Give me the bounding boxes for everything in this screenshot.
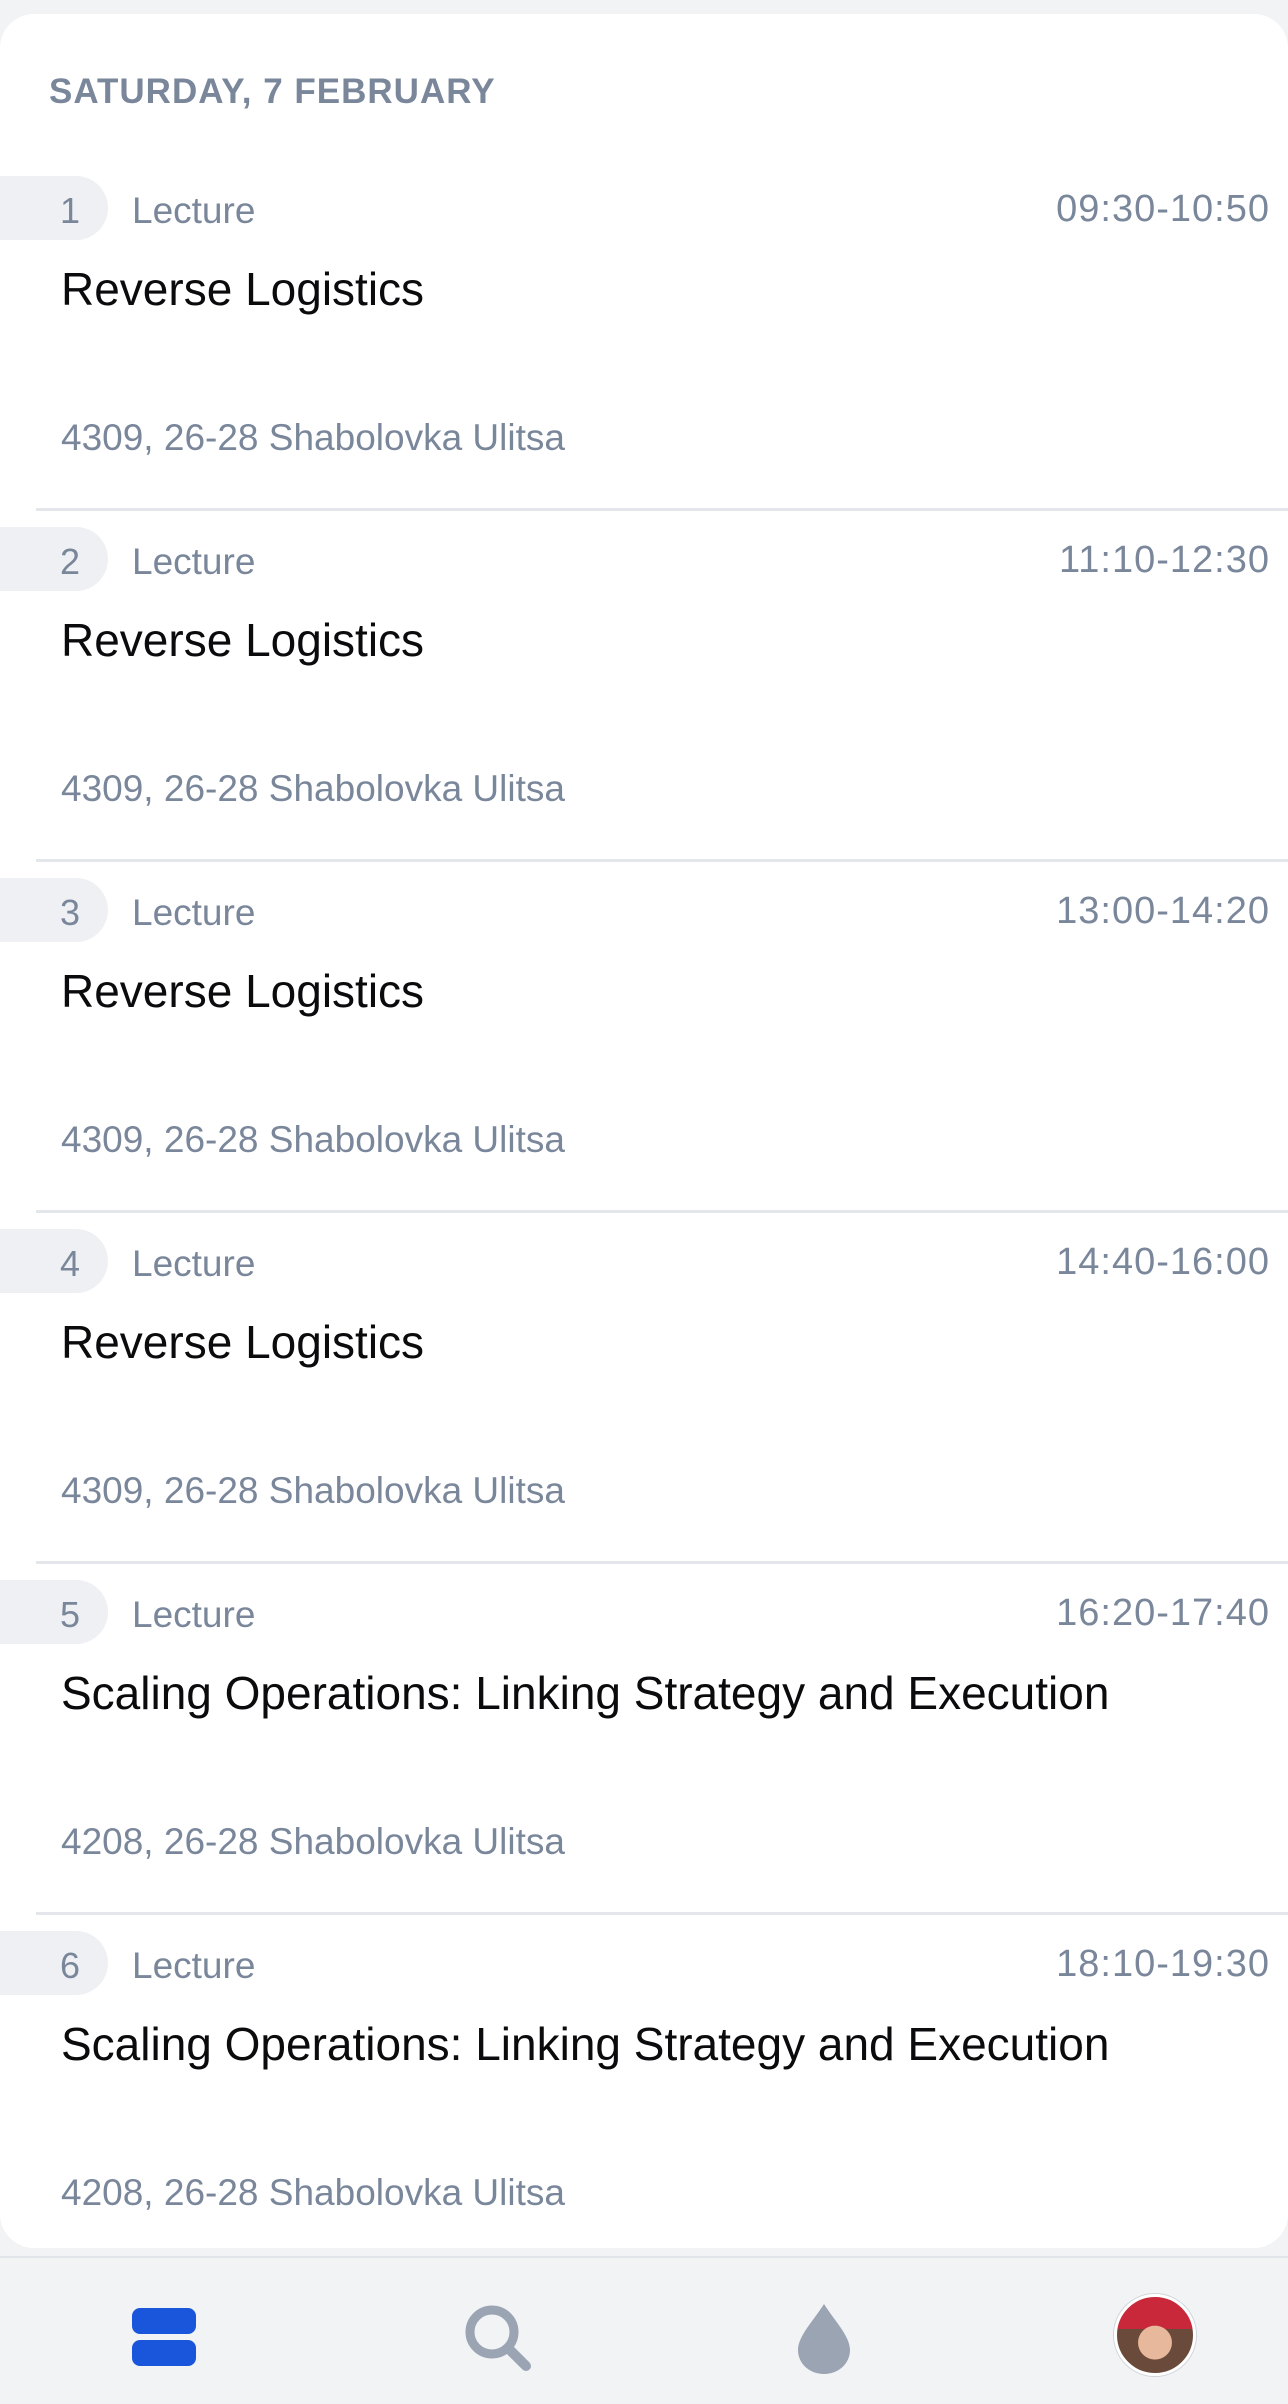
lesson-type: Lecture <box>132 1243 256 1284</box>
lesson-number: 6 <box>60 1945 81 1986</box>
tab-drop[interactable] <box>784 2298 864 2378</box>
lesson-item[interactable]: 3 Lecture 13:00-14:20 Reverse Logistics … <box>0 862 1288 1213</box>
lesson-time: 18:10-19:30 <box>1056 1943 1270 1985</box>
lesson-number-pill <box>0 1931 108 1995</box>
lesson-title: Reverse Logistics <box>61 263 425 315</box>
tab-search[interactable] <box>458 2298 538 2378</box>
day-header: SATURDAY, 7 FEBRUARY <box>49 72 496 111</box>
lesson-location: 4208, 26-28 Shabolovka Ulitsa <box>61 1821 565 1862</box>
drop-icon <box>798 2304 850 2374</box>
lesson-number: 4 <box>60 1243 81 1284</box>
lesson-time: 16:20-17:40 <box>1056 1592 1270 1634</box>
lesson-item[interactable]: 2 Lecture 11:10-12:30 Reverse Logistics … <box>0 511 1288 862</box>
lesson-title: Reverse Logistics <box>61 614 425 666</box>
lesson-number: 5 <box>60 1594 81 1635</box>
lesson-number-pill <box>0 1229 108 1293</box>
lesson-type: Lecture <box>132 892 256 933</box>
bottom-tab-bar <box>0 2256 1288 2404</box>
schedule-screen: SATURDAY, 7 FEBRUARY 1 Lecture 09:30-10:… <box>0 0 1288 2404</box>
lesson-item[interactable]: 5 Lecture 16:20-17:40 Scaling Operations… <box>0 1564 1288 1915</box>
lesson-location: 4309, 26-28 Shabolovka Ulitsa <box>61 768 565 809</box>
lesson-time: 09:30-10:50 <box>1056 188 1270 230</box>
profile-avatar[interactable] <box>1114 2294 1196 2376</box>
lesson-location: 4309, 26-28 Shabolovka Ulitsa <box>61 1119 565 1160</box>
lesson-item[interactable]: 6 Lecture 18:10-19:30 Scaling Operations… <box>0 1915 1288 2248</box>
search-icon <box>465 2305 531 2371</box>
lesson-time: 14:40-16:00 <box>1056 1241 1270 1283</box>
lesson-type: Lecture <box>132 1594 256 1635</box>
lesson-title: Scaling Operations: Linking Strategy and… <box>61 1667 1110 1719</box>
day-card: SATURDAY, 7 FEBRUARY 1 Lecture 09:30-10:… <box>0 14 1288 2248</box>
lesson-location: 4309, 26-28 Shabolovka Ulitsa <box>61 1470 565 1511</box>
lesson-location: 4208, 26-28 Shabolovka Ulitsa <box>61 2172 565 2213</box>
lesson-number-pill <box>0 1580 108 1644</box>
lesson-time: 13:00-14:20 <box>1056 890 1270 932</box>
lesson-item[interactable]: 4 Lecture 14:40-16:00 Reverse Logistics … <box>0 1213 1288 1564</box>
lesson-number: 3 <box>60 892 81 933</box>
lesson-type: Lecture <box>132 1945 256 1986</box>
lesson-location: 4309, 26-28 Shabolovka Ulitsa <box>61 417 565 458</box>
lesson-number: 2 <box>60 541 81 582</box>
lesson-item[interactable]: 1 Lecture 09:30-10:50 Reverse Logistics … <box>0 160 1288 511</box>
tab-schedule[interactable] <box>124 2298 204 2378</box>
lesson-number: 1 <box>60 190 81 231</box>
lesson-list: 1 Lecture 09:30-10:50 Reverse Logistics … <box>0 160 1288 2248</box>
lesson-type: Lecture <box>132 541 256 582</box>
lesson-number-pill <box>0 176 108 240</box>
lesson-title: Reverse Logistics <box>61 1316 425 1368</box>
lesson-type: Lecture <box>132 190 256 231</box>
lesson-number-pill <box>0 527 108 591</box>
lesson-number-pill <box>0 878 108 942</box>
lesson-title: Reverse Logistics <box>61 965 425 1017</box>
lesson-title: Scaling Operations: Linking Strategy and… <box>61 2018 1110 2070</box>
schedule-icon <box>132 2308 196 2366</box>
lesson-time: 11:10-12:30 <box>1058 539 1270 581</box>
